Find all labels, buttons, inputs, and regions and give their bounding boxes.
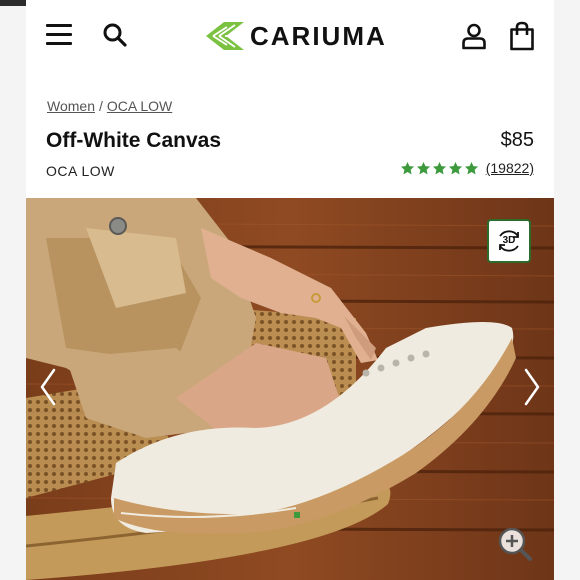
page-side-margin-left [0,0,26,580]
brand-name: CARIUMA [250,20,387,51]
site-header: CARIUMA [26,0,554,72]
leaf-logo-icon [206,22,244,50]
brand-logo[interactable]: CARIUMA [204,18,387,54]
star-icon [416,161,430,174]
next-arrow-icon[interactable] [522,368,542,406]
page-side-margin-right [554,0,580,580]
product-collection: OCA LOW [46,163,115,179]
review-count-link[interactable]: (19822) [486,160,534,176]
rotate-3d-icon: 3D [494,226,524,256]
hamburger-menu-icon[interactable] [46,24,72,46]
shopping-bag-icon[interactable] [508,21,536,51]
product-photo [26,198,554,580]
breadcrumb-link-women[interactable]: Women [47,98,95,114]
search-icon[interactable] [102,22,128,48]
breadcrumb-link-oca-low[interactable]: OCA LOW [107,98,172,114]
star-icon [400,161,414,174]
account-icon[interactable] [460,22,488,50]
review-count: (19822) [485,160,534,176]
product-title: Off-White Canvas [46,129,222,152]
product-price: $85 [500,129,534,151]
previous-arrow-icon[interactable] [38,368,58,406]
star-icon [464,161,478,174]
star-icon [432,161,446,174]
star-icon [448,161,462,174]
breadcrumb-separator: / [98,98,103,114]
product-rating[interactable]: (19822) [400,160,534,176]
breadcrumb: Women / OCA LOW [47,98,172,114]
view-3d-label: 3D [502,235,516,246]
rating-stars [400,161,480,176]
zoom-in-icon[interactable] [497,526,533,562]
view-3d-button[interactable]: 3D [487,219,531,263]
